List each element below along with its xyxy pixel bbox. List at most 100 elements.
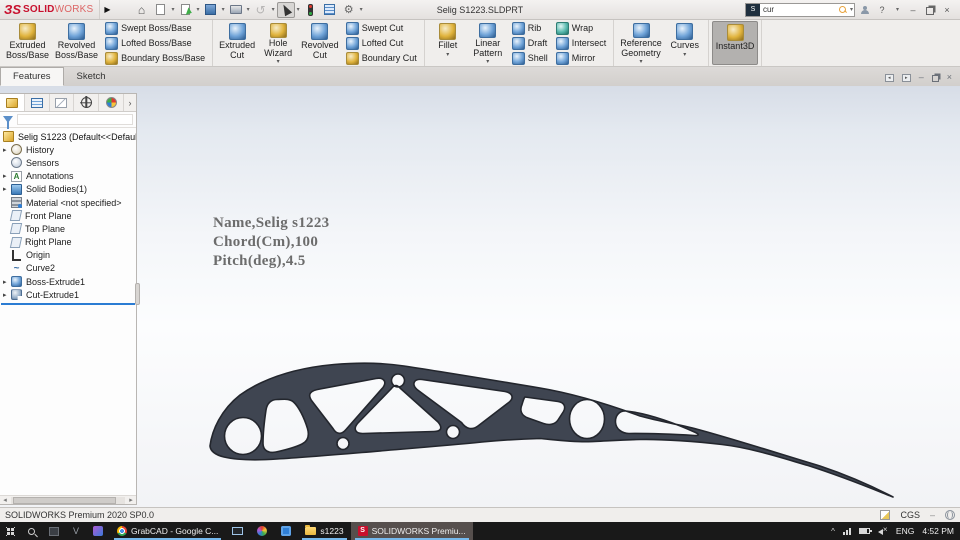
start-button[interactable]: [0, 522, 21, 540]
expand-arrow-icon[interactable]: ▸: [3, 146, 11, 154]
taskbar-photos-button[interactable]: [250, 522, 274, 540]
panel-horizontal-scrollbar[interactable]: ◂ ▸: [0, 495, 136, 504]
filter-funnel-icon[interactable]: [3, 116, 13, 123]
swept-cut-button[interactable]: Swept Cut: [344, 21, 419, 35]
expand-arrow-icon[interactable]: ▸: [3, 185, 11, 193]
scrollbar-track[interactable]: [11, 496, 125, 504]
tree-item-history[interactable]: ▸ History: [0, 143, 136, 156]
dropdown-caret-icon[interactable]: ▾: [486, 59, 489, 65]
dropdown-caret-icon[interactable]: ▾: [247, 6, 250, 13]
tab-feature-manager[interactable]: [0, 94, 25, 111]
search-input[interactable]: [759, 5, 839, 14]
search-icon[interactable]: [838, 5, 847, 14]
unit-caret[interactable]: –: [930, 510, 935, 520]
scroll-right-icon[interactable]: ▸: [126, 496, 136, 504]
language-indicator[interactable]: ENG: [896, 526, 914, 536]
close-button[interactable]: ×: [940, 5, 954, 15]
globe-icon[interactable]: [945, 510, 955, 520]
print-button[interactable]: [227, 2, 245, 18]
revolved-boss-base-button[interactable]: Revolved Boss/Base: [52, 21, 101, 65]
dropdown-caret-icon[interactable]: ▾: [172, 6, 175, 13]
help-button[interactable]: ?: [875, 5, 889, 15]
lofted-boss-base-button[interactable]: Lofted Boss/Base: [103, 36, 207, 50]
dropdown-caret-icon[interactable]: ▾: [683, 52, 686, 58]
minimize-button[interactable]: –: [906, 5, 920, 15]
airfoil-part[interactable]: [192, 358, 912, 508]
tree-item-curve2[interactable]: ~ Curve2: [0, 262, 136, 275]
volume-muted-icon[interactable]: [877, 525, 888, 535]
home-button[interactable]: ⌂: [133, 2, 151, 18]
rollback-bar[interactable]: [1, 303, 135, 306]
dropdown-caret-icon[interactable]: ▾: [197, 6, 200, 13]
expand-arrow-icon[interactable]: ▸: [3, 291, 11, 299]
dropdown-caret-icon[interactable]: ▾: [640, 59, 643, 65]
mirror-button[interactable]: Mirror: [554, 51, 609, 65]
hole-wizard-button[interactable]: Hole Wizard ▾: [258, 21, 298, 65]
dropdown-caret-icon[interactable]: ▾: [272, 6, 275, 13]
undo-button[interactable]: ↺: [252, 2, 270, 18]
tree-item-boss-extrude1[interactable]: ▸ Boss-Extrude1: [0, 275, 136, 288]
instant3d-button[interactable]: Instant3D: [711, 21, 759, 65]
doc-minimize-icon[interactable]: –: [919, 73, 924, 82]
taskbar-media-app-button[interactable]: [274, 522, 298, 540]
tree-item-origin[interactable]: Origin: [0, 249, 136, 262]
save-button[interactable]: [202, 2, 220, 18]
tree-item-front-plane[interactable]: Front Plane: [0, 209, 136, 222]
draft-button[interactable]: Draft: [510, 36, 550, 50]
scrollbar-thumb[interactable]: [13, 496, 116, 504]
user-account-icon[interactable]: [860, 5, 869, 14]
expand-arrow-icon[interactable]: ▸: [3, 278, 11, 286]
tree-item-sensors[interactable]: Sensors: [0, 156, 136, 169]
tab-dimxpert-manager[interactable]: [74, 94, 100, 111]
dropdown-caret-icon[interactable]: ▾: [222, 6, 225, 13]
doc-restore-icon[interactable]: [931, 75, 939, 82]
tree-item-cut-extrude1[interactable]: ▸ Cut-Extrude1: [0, 288, 136, 301]
search-button[interactable]: [21, 522, 42, 540]
new-document-button[interactable]: [152, 2, 170, 18]
unit-system[interactable]: CGS: [900, 510, 920, 520]
v-app-button[interactable]: V: [66, 522, 86, 540]
tray-chevron-icon[interactable]: ^: [831, 527, 835, 536]
tab-sketch[interactable]: Sketch: [64, 67, 119, 86]
open-button[interactable]: [177, 2, 195, 18]
dropdown-caret-icon[interactable]: ▾: [297, 6, 300, 13]
lofted-cut-button[interactable]: Lofted Cut: [344, 36, 419, 50]
tab-property-manager[interactable]: [25, 94, 50, 111]
reference-geometry-button[interactable]: Reference Geometry ▾: [617, 21, 665, 65]
dropdown-caret-icon[interactable]: ▾: [360, 6, 363, 13]
tree-root-item[interactable]: Selig S1223 (Default<<Default>_Displ: [0, 130, 136, 143]
menu-flyout-icon[interactable]: ▶: [100, 5, 118, 14]
restore-button[interactable]: [926, 6, 934, 15]
tab-configuration-manager[interactable]: [50, 94, 75, 111]
select-button[interactable]: [276, 1, 295, 18]
panel-tabs-overflow-icon[interactable]: ›: [124, 98, 136, 108]
file-explorer-button[interactable]: [42, 522, 66, 540]
battery-icon[interactable]: [858, 528, 872, 534]
taskbar-monitor-button[interactable]: [225, 522, 250, 540]
boundary-cut-button[interactable]: Boundary Cut: [344, 51, 419, 65]
clock[interactable]: 4:52 PM: [922, 526, 954, 536]
dropdown-caret-icon[interactable]: ▾: [446, 52, 449, 58]
taskbar-folder-button[interactable]: s1223: [298, 522, 350, 540]
help-caret-icon[interactable]: ▾: [896, 6, 899, 13]
shell-button[interactable]: Shell: [510, 51, 550, 65]
paint3d-button[interactable]: [86, 522, 110, 540]
options-button[interactable]: ⚙: [340, 2, 358, 18]
taskbar-solidworks-button[interactable]: S SOLIDWORKS Premiu...: [350, 522, 473, 540]
taskbar-chrome-button[interactable]: GrabCAD - Google C...: [110, 522, 225, 540]
appearance-settings-button[interactable]: [302, 2, 320, 18]
extruded-boss-base-button[interactable]: Extruded Boss/Base: [3, 21, 52, 65]
revolved-cut-button[interactable]: Revolved Cut: [298, 21, 342, 65]
scroll-left-icon[interactable]: ◂: [0, 496, 10, 504]
network-icon[interactable]: [842, 527, 851, 535]
intersect-button[interactable]: Intersect: [554, 36, 609, 50]
tab-display-manager[interactable]: [99, 94, 124, 111]
tree-item-right-plane[interactable]: Right Plane: [0, 236, 136, 249]
curves-button[interactable]: Curves ▾: [665, 21, 705, 65]
window-prev-icon[interactable]: ◂: [884, 73, 894, 82]
swept-boss-base-button[interactable]: Swept Boss/Base: [103, 21, 207, 35]
tree-item-annotations[interactable]: ▸ A Annotations: [0, 170, 136, 183]
fillet-button[interactable]: Fillet ▾: [428, 21, 468, 65]
display-settings-button[interactable]: [321, 2, 339, 18]
search-caret-icon[interactable]: ▾: [850, 6, 853, 13]
